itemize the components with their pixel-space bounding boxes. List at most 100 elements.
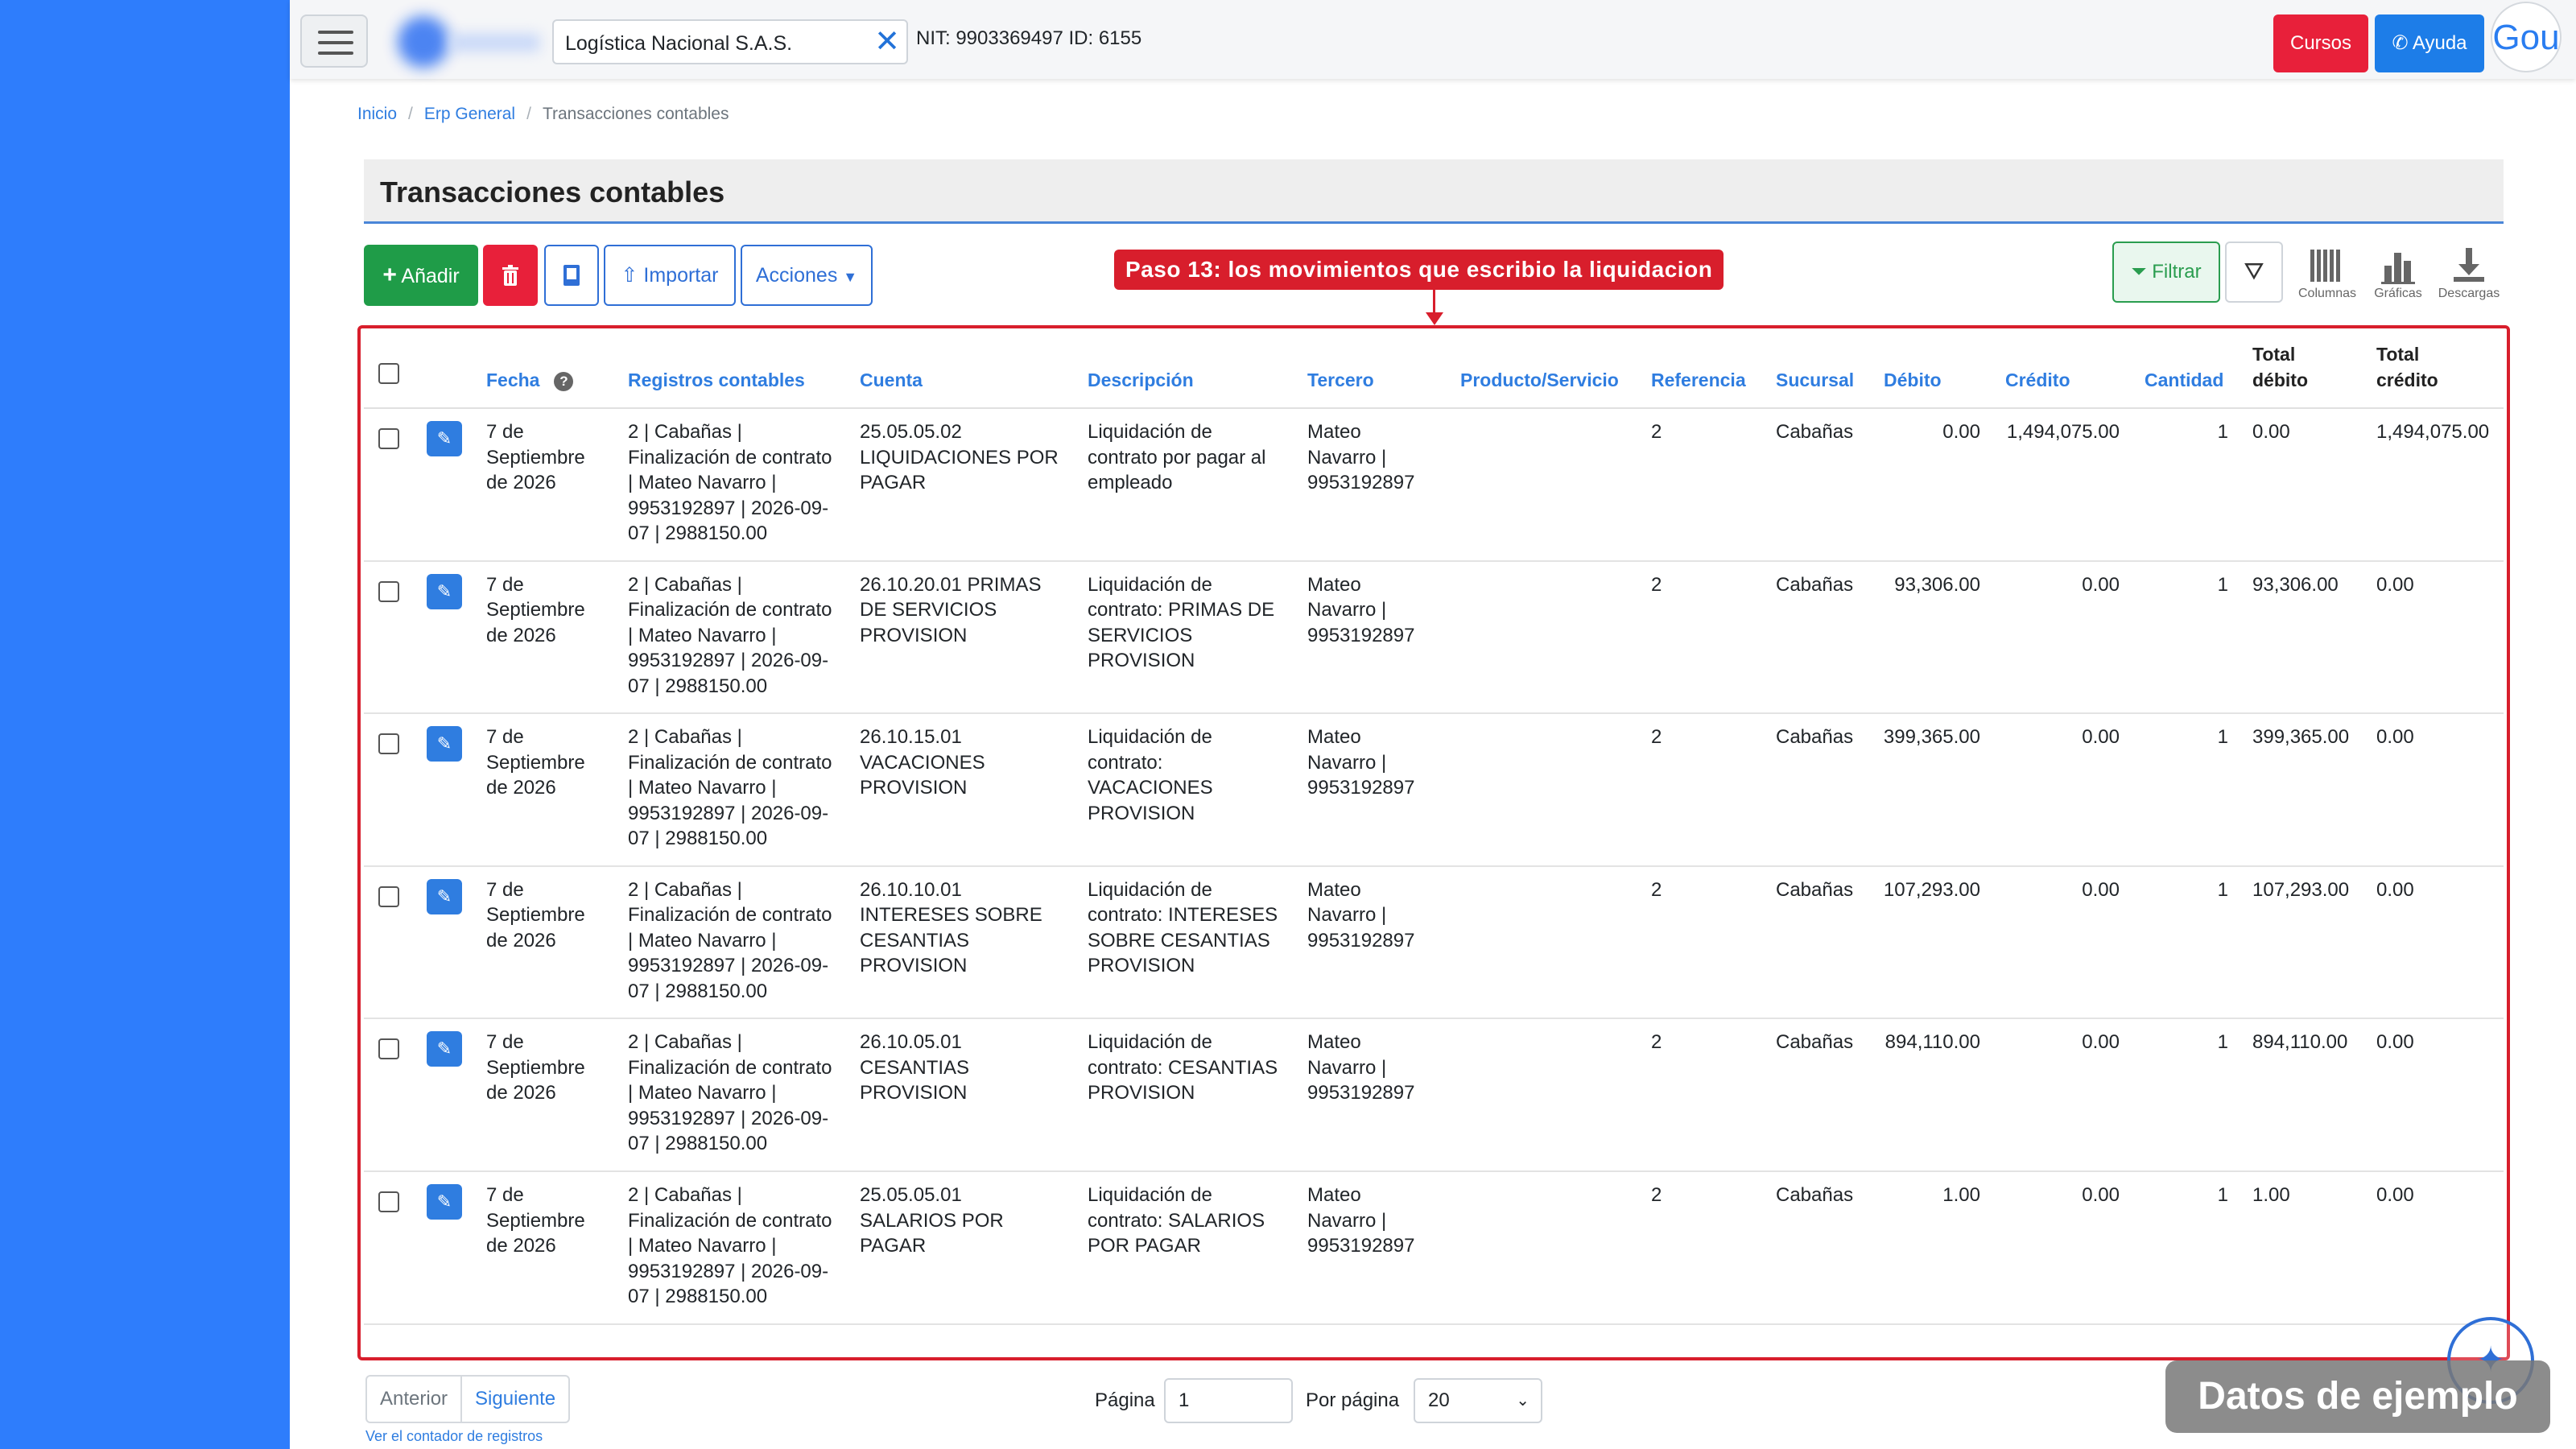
cell-cuenta: 26.10.20.01 PRIMAS DE SERVICIOS PROVISION xyxy=(860,573,1042,646)
clear-filter-icon: ⛛ xyxy=(2244,258,2264,285)
cell-fecha: 7 de Septiembre de 2026 xyxy=(486,1184,585,1257)
header-descripcion[interactable]: Descripción xyxy=(1088,367,1194,393)
row-checkbox[interactable] xyxy=(378,1191,399,1212)
clear-company-icon[interactable]: ✕ xyxy=(874,26,900,58)
header-sucursal[interactable]: Sucursal xyxy=(1776,367,1854,393)
pencil-icon: ✎ xyxy=(436,580,452,601)
edit-row-button[interactable]: ✎ xyxy=(427,726,462,762)
columns-button[interactable]: Columnas xyxy=(2294,246,2360,301)
ayuda-button[interactable]: ✆ Ayuda xyxy=(2375,14,2484,72)
prev-page-button[interactable]: Anterior xyxy=(367,1377,463,1422)
cell-registro: 2 | Cabañas | Finalización de contrato | M… xyxy=(628,421,832,544)
row-divider xyxy=(364,559,2504,562)
row-checkbox[interactable] xyxy=(378,886,399,907)
row-checkbox[interactable] xyxy=(378,1038,399,1060)
cell-total-credito: 1,494,075.00 xyxy=(2376,421,2490,443)
pagination: Anterior Siguiente xyxy=(365,1375,571,1423)
help-icon[interactable]: ? xyxy=(554,372,574,391)
cell-registro: 2 | Cabañas | Finalización de contrato | M… xyxy=(628,726,832,850)
next-page-button[interactable]: Siguiente xyxy=(462,1377,568,1422)
caret-down-icon: ▼ xyxy=(843,269,858,285)
cell-total-debito: 399,365.00 xyxy=(2252,726,2350,749)
cell-descripcion: Liquidación de contrato: INTERESES SOBRE C… xyxy=(1088,878,1278,977)
cell-fecha: 7 de Septiembre de 2026 xyxy=(486,726,585,799)
cell-referencia: 2 xyxy=(1651,878,1662,901)
breadcrumb-section-link[interactable]: Erp General xyxy=(424,105,515,123)
edit-row-button[interactable]: ✎ xyxy=(427,421,462,456)
breadcrumb: Inicio / Erp General / Transacciones contabl… xyxy=(357,105,729,123)
company-selector[interactable]: Logística Nacional S.A.S. ✕ xyxy=(552,19,908,64)
record-count-link[interactable]: Ver el contador de registros xyxy=(365,1428,543,1445)
header-referencia[interactable]: Referencia xyxy=(1651,367,1746,393)
downloads-button[interactable]: Descargas xyxy=(2436,246,2502,301)
cell-sucursal: Cabañas xyxy=(1776,421,1854,443)
per-page-select[interactable]: 20 ⌄ xyxy=(1414,1378,1542,1423)
book-button[interactable] xyxy=(544,245,599,306)
cell-debito: 1.00 xyxy=(1942,1184,1980,1206)
cell-registro: 2 | Cabañas | Finalización de contrato | M… xyxy=(628,878,832,1002)
row-checkbox[interactable] xyxy=(378,580,399,602)
edit-row-button[interactable]: ✎ xyxy=(427,1031,462,1067)
cell-descripcion: Liquidación de contrato: VACACIONES PROVISI… xyxy=(1088,726,1213,824)
header-fecha[interactable]: Fecha? xyxy=(486,367,574,393)
cell-cantidad: 1 xyxy=(2217,878,2228,901)
cell-cantidad: 1 xyxy=(2217,421,2228,443)
filter-button[interactable]: ⏷ Filtrar xyxy=(2112,242,2220,303)
cell-tercero: Mateo Navarro | 9953192897 xyxy=(1307,878,1415,952)
download-icon xyxy=(2454,248,2484,282)
edit-row-button[interactable]: ✎ xyxy=(427,878,462,914)
cell-cantidad: 1 xyxy=(2217,1184,2228,1206)
charts-button[interactable]: Gráficas xyxy=(2365,246,2431,301)
cell-descripcion: Liquidación de contrato: SALARIOS POR PAGA… xyxy=(1088,1184,1265,1257)
header-total-debito: Total débito xyxy=(2252,344,2308,390)
cell-credito: 0.00 xyxy=(2082,878,2120,901)
edit-row-button[interactable]: ✎ xyxy=(427,573,462,609)
header-credito[interactable]: Crédito xyxy=(2005,367,2070,393)
delete-button[interactable] xyxy=(483,245,538,306)
cell-referencia: 2 xyxy=(1651,573,1662,596)
page-title: Transacciones contables xyxy=(380,175,725,208)
row-checkbox[interactable] xyxy=(378,428,399,449)
edit-row-button[interactable]: ✎ xyxy=(427,1184,462,1220)
annotation-callout: Paso 13: los movimientos que escribio la… xyxy=(1114,250,1724,290)
header-tercero[interactable]: Tercero xyxy=(1307,367,1374,393)
header-cantidad[interactable]: Cantidad xyxy=(2145,367,2223,393)
breadcrumb-home-link[interactable]: Inicio xyxy=(357,105,397,123)
cell-referencia: 2 xyxy=(1651,726,1662,749)
cell-fecha: 7 de Septiembre de 2026 xyxy=(486,878,585,952)
user-avatar[interactable]: Gou xyxy=(2491,2,2562,72)
bar-chart-icon xyxy=(2381,253,2415,284)
sample-data-watermark: Datos de ejemplo xyxy=(2165,1360,2550,1433)
cell-credito: 0.00 xyxy=(2082,573,2120,596)
sidebar xyxy=(0,0,290,1449)
clear-filter-button[interactable]: ⛛ xyxy=(2225,242,2283,303)
chevron-down-icon: ⌄ xyxy=(1516,1392,1530,1410)
cell-cantidad: 1 xyxy=(2217,573,2228,596)
cell-descripcion: Liquidación de contrato: PRIMAS DE SERVICI… xyxy=(1088,573,1275,672)
select-all-checkbox[interactable] xyxy=(378,363,399,384)
menu-toggle-button[interactable] xyxy=(300,14,368,68)
header-producto[interactable]: Producto/Servicio xyxy=(1460,367,1619,393)
header-registros[interactable]: Registros contables xyxy=(628,367,805,393)
import-button[interactable]: ⇧ Importar xyxy=(604,245,736,306)
header-debito[interactable]: Débito xyxy=(1884,367,1942,393)
cursos-button[interactable]: Cursos xyxy=(2273,14,2368,72)
cell-cuenta: 26.10.10.01 INTERESES SOBRE CESANTIAS PROVI… xyxy=(860,878,1042,977)
cell-sucursal: Cabañas xyxy=(1776,726,1854,749)
header-cuenta[interactable]: Cuenta xyxy=(860,367,923,393)
cell-referencia: 2 xyxy=(1651,421,1662,443)
page-number-input[interactable]: 1 xyxy=(1164,1378,1293,1423)
cell-descripcion: Liquidación de contrato por pagar al emple… xyxy=(1088,421,1266,493)
page-title-bar: Transacciones contables xyxy=(364,159,2504,224)
row-checkbox[interactable] xyxy=(378,733,399,755)
book-icon xyxy=(564,265,580,286)
actions-dropdown[interactable]: Acciones ▼ xyxy=(741,245,873,306)
pencil-icon: ✎ xyxy=(436,886,452,906)
cell-credito: 1,494,075.00 xyxy=(2006,421,2120,443)
add-button[interactable]: + Añadir xyxy=(364,245,478,306)
cell-tercero: Mateo Navarro | 9953192897 xyxy=(1307,421,1415,493)
company-nit: NIT: 9903369497 ID: 6155 xyxy=(916,27,1142,49)
cell-tercero: Mateo Navarro | 9953192897 xyxy=(1307,1184,1415,1257)
cell-total-credito: 0.00 xyxy=(2376,573,2414,596)
cell-sucursal: Cabañas xyxy=(1776,573,1854,596)
